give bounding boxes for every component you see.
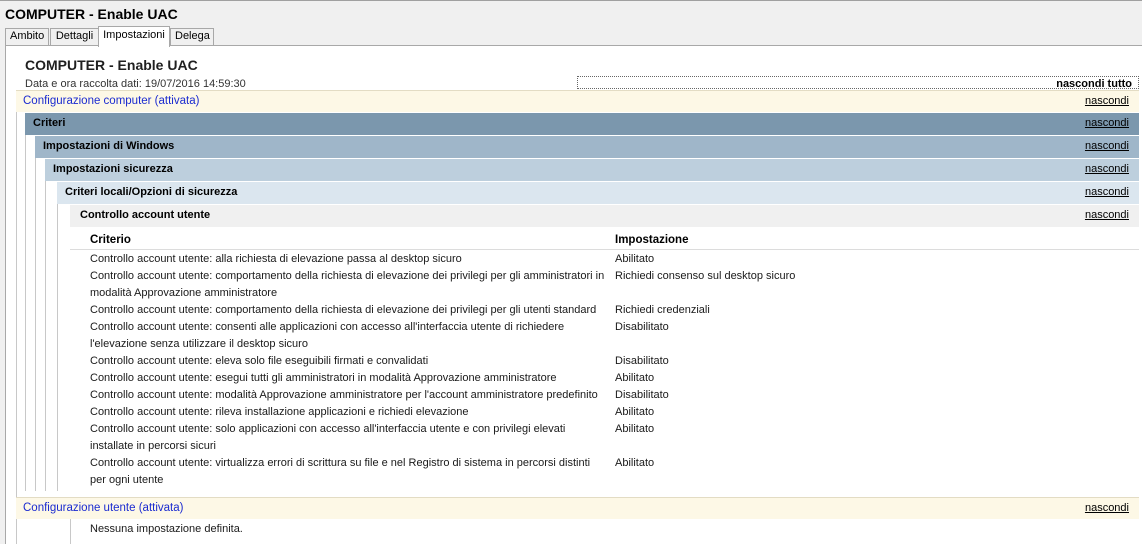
table-row-setting: Richiedi credenziali xyxy=(615,304,710,316)
table-row-setting: Abilitato xyxy=(615,457,655,469)
hide-link[interactable]: nascondi xyxy=(1085,95,1129,107)
tab-strip: Ambito Dettagli Impostazioni Delega xyxy=(5,26,1142,47)
table-row-policy: Controllo account utente: solo applicazi… xyxy=(90,423,566,452)
table-row-setting: Abilitato xyxy=(615,253,655,265)
section-uac-label: Controllo account utente xyxy=(80,209,211,221)
hide-link[interactable]: nascondi xyxy=(1085,502,1129,514)
tree-guide-line xyxy=(45,181,46,491)
hide-link[interactable]: nascondi xyxy=(1085,163,1129,175)
section-uac: Controllo account utente nascondi xyxy=(70,205,1139,227)
hide-link[interactable]: nascondi xyxy=(1085,186,1129,198)
table-row-policy: Controllo account utente: consenti alle … xyxy=(90,321,565,350)
tab-dettagli[interactable]: Dettagli xyxy=(50,28,99,45)
table-row-policy: Controllo account utente: comportamento … xyxy=(90,304,597,316)
section-criteri: Criteri nascondi xyxy=(25,113,1139,135)
tree-guide-line xyxy=(16,519,17,544)
table-row-setting: Richiedi consenso sul desktop sicuro xyxy=(615,270,796,282)
table-row-policy: Controllo account utente: alla richiesta… xyxy=(90,253,462,265)
table-row-policy: Controllo account utente: esegui tutti g… xyxy=(90,372,557,384)
column-header-criterio: Criterio xyxy=(90,234,131,246)
section-windows-settings: Impostazioni di Windows nascondi xyxy=(35,136,1139,158)
hide-link[interactable]: nascondi xyxy=(1085,140,1129,152)
table-row-setting: Abilitato xyxy=(615,372,655,384)
header-separator xyxy=(70,249,1139,250)
report-date: Data e ora raccolta dati: 19/07/2016 14:… xyxy=(25,78,246,90)
tab-ambito[interactable]: Ambito xyxy=(5,28,49,45)
hide-link[interactable]: nascondi xyxy=(1085,117,1129,129)
table-row-setting: Abilitato xyxy=(615,406,655,418)
table-row-policy: Controllo account utente: modalità Appro… xyxy=(90,389,598,401)
tree-guide-line xyxy=(25,135,26,491)
section-computer-config: Configurazione computer (attivata) nasco… xyxy=(16,90,1139,112)
section-local-policies-label: Criteri locali/Opzioni di sicurezza xyxy=(65,186,238,198)
hide-all-link[interactable]: nascondi tutto xyxy=(577,76,1139,90)
table-row-policy: Controllo account utente: comportamento … xyxy=(90,270,605,299)
tree-guide-line xyxy=(16,112,17,497)
table-row-setting: Disabilitato xyxy=(615,355,669,367)
section-security-settings-label: Impostazioni sicurezza xyxy=(53,163,173,175)
table-row-setting: Disabilitato xyxy=(615,321,669,333)
tab-delega[interactable]: Delega xyxy=(170,28,214,45)
report-title: COMPUTER - Enable UAC xyxy=(25,57,198,73)
table-row-policy: Controllo account utente: virtualizza er… xyxy=(90,457,591,486)
table-row-setting: Abilitato xyxy=(615,423,655,435)
column-header-impostazione: Impostazione xyxy=(615,234,689,246)
window-top-border xyxy=(0,0,1142,1)
window-title: COMPUTER - Enable UAC xyxy=(5,6,178,22)
section-local-policies: Criteri locali/Opzioni di sicurezza nasc… xyxy=(57,182,1139,204)
table-row-setting: Disabilitato xyxy=(615,389,669,401)
section-criteri-label: Criteri xyxy=(33,117,66,129)
section-user-config: Configurazione utente (attivata) nascond… xyxy=(16,497,1139,519)
tree-guide-line xyxy=(57,204,58,491)
section-computer-config-label: Configurazione computer (attivata) xyxy=(23,95,200,107)
section-windows-settings-label: Impostazioni di Windows xyxy=(43,140,175,152)
no-settings-text: Nessuna impostazione definita. xyxy=(90,523,243,535)
table-row-policy: Controllo account utente: rileva install… xyxy=(90,406,469,418)
hide-link[interactable]: nascondi xyxy=(1085,209,1129,221)
tab-impostazioni[interactable]: Impostazioni xyxy=(98,26,170,47)
table-row-policy: Controllo account utente: eleva solo fil… xyxy=(90,355,429,367)
section-user-config-label: Configurazione utente (attivata) xyxy=(23,502,184,514)
section-security-settings: Impostazioni sicurezza nascondi xyxy=(45,159,1139,181)
tree-guide-line xyxy=(35,158,36,491)
